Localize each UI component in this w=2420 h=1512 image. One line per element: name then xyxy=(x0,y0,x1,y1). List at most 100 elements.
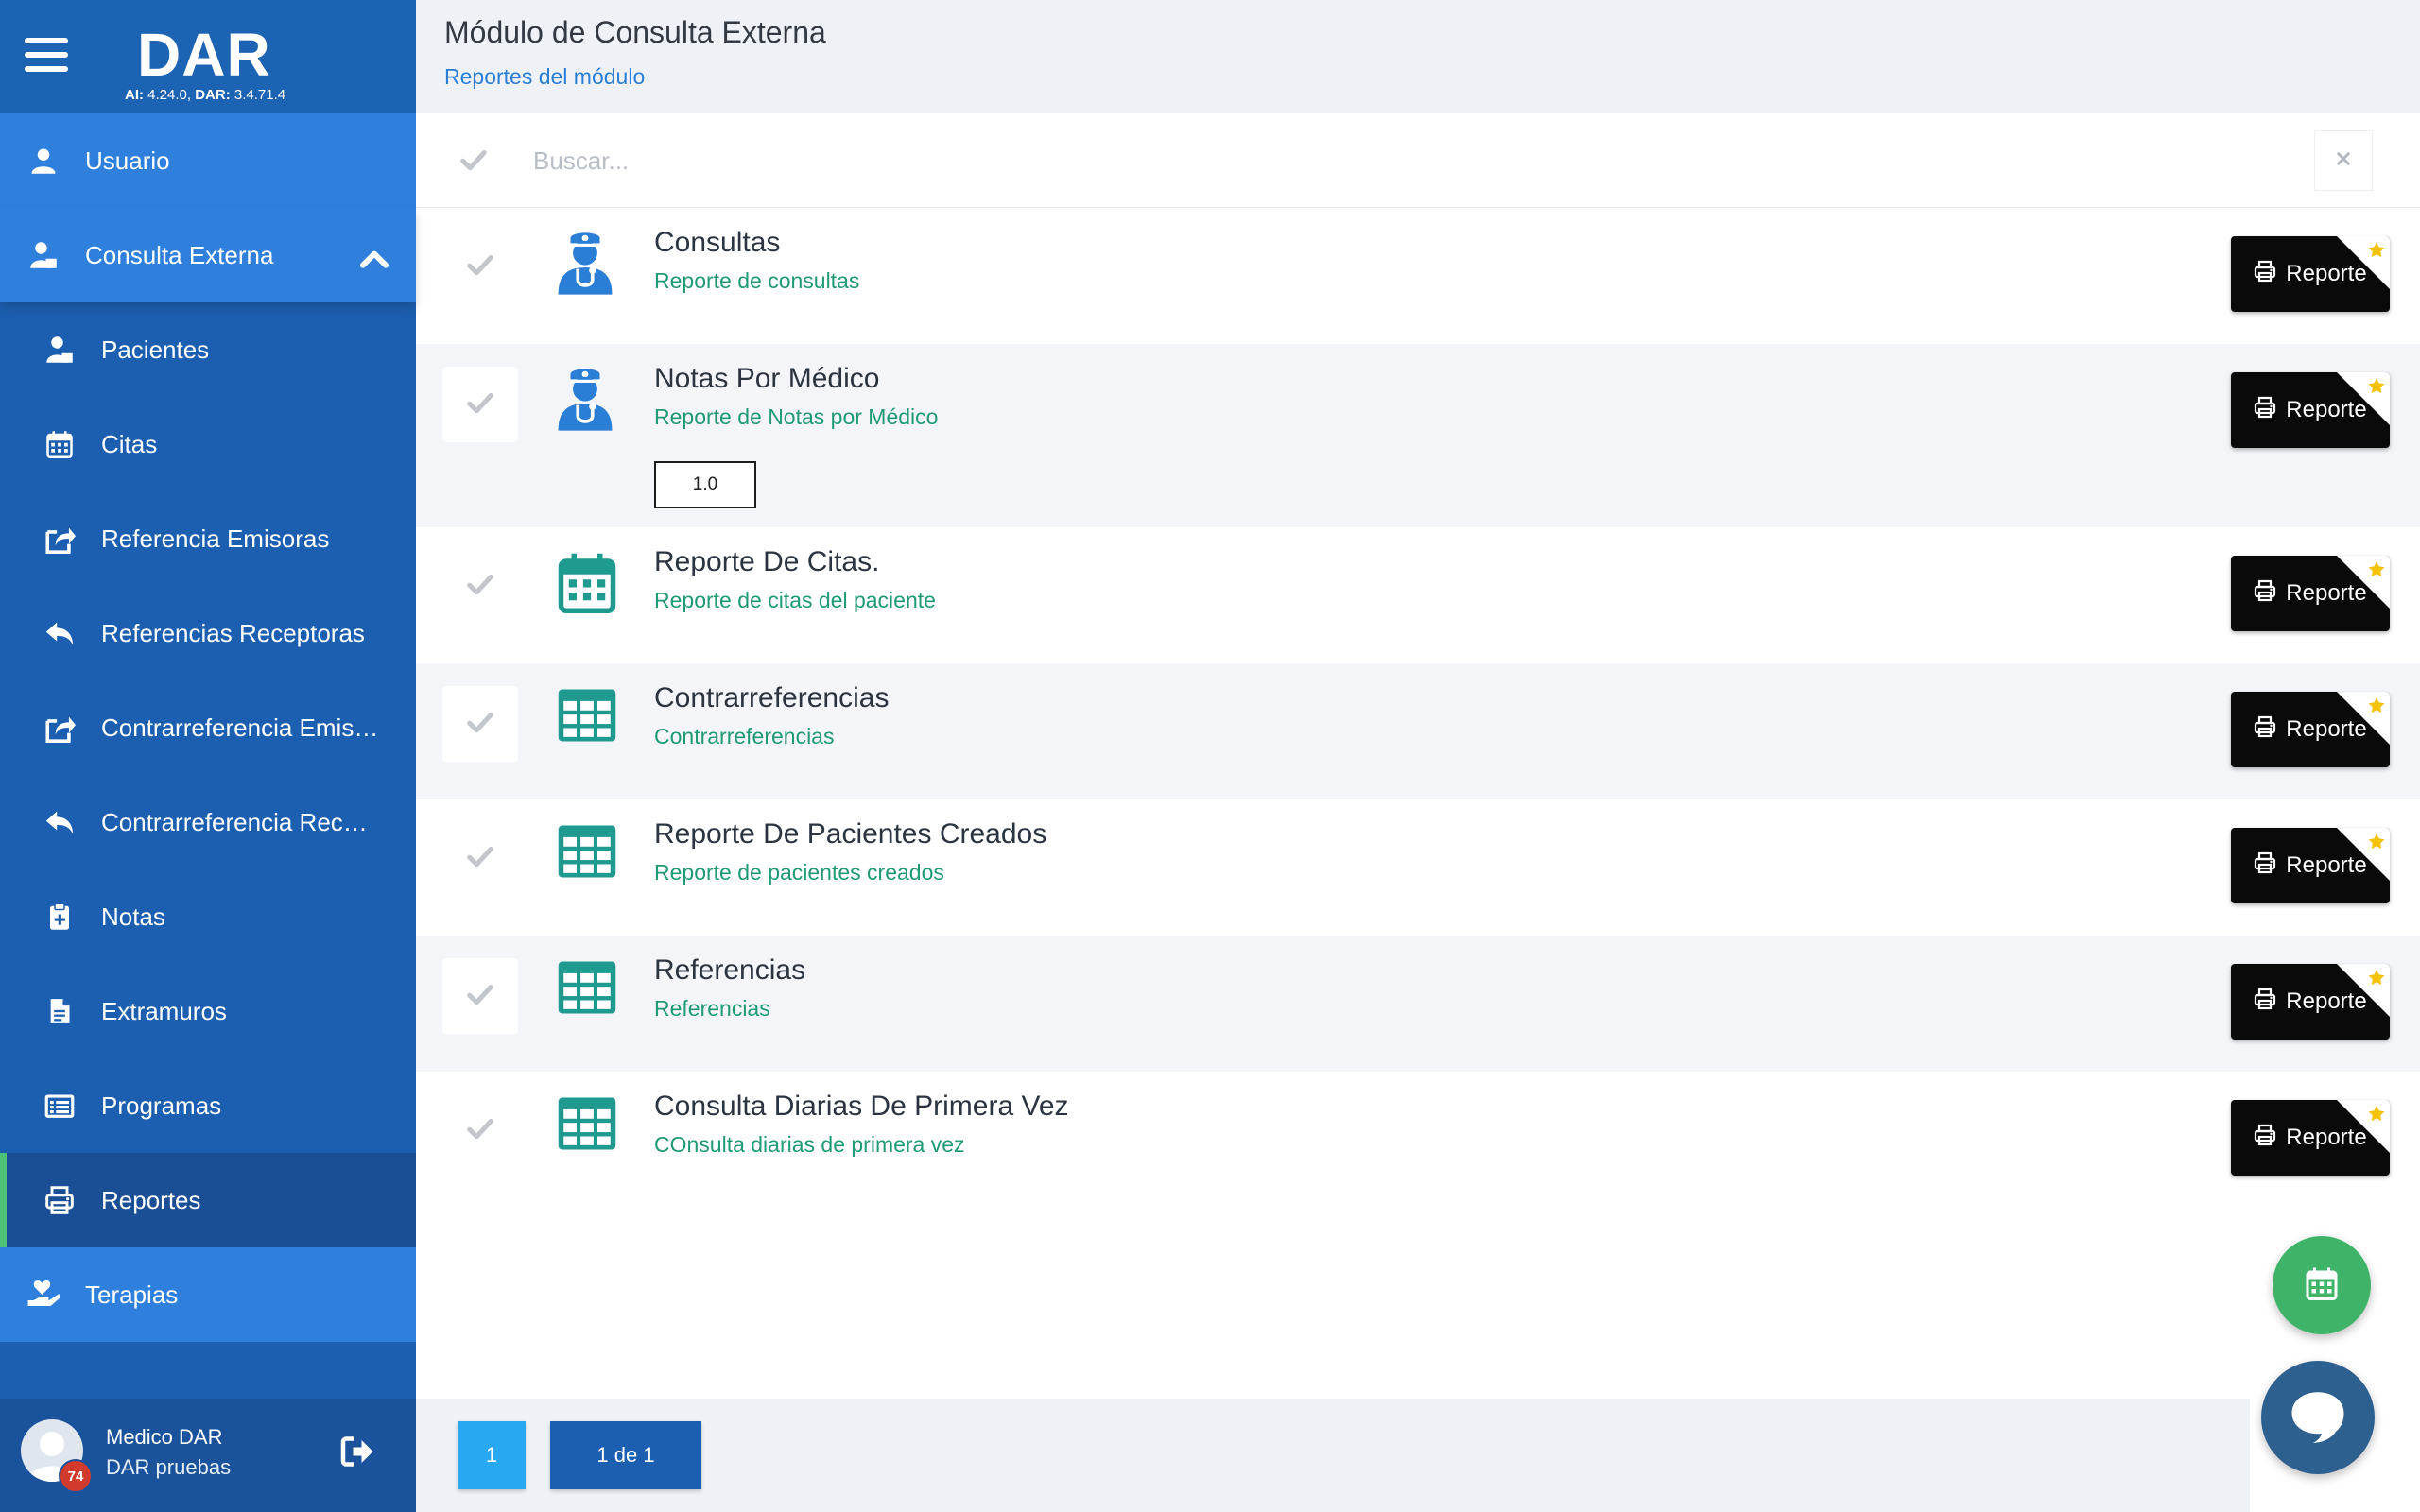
calendar-icon xyxy=(2305,1266,2339,1305)
version-tag: 1.0 xyxy=(654,461,756,508)
sidebar-item-notas[interactable]: Notas xyxy=(0,869,416,964)
report-description: Reporte de consultas xyxy=(654,268,860,293)
calendar-fab-button[interactable] xyxy=(2273,1236,2371,1334)
list-item: Notas Por Médico Reporte de Notas por Mé… xyxy=(416,344,2420,527)
page-number-button[interactable]: 1 xyxy=(458,1421,526,1489)
sidebar-item-label: Consulta Externa xyxy=(85,240,274,269)
page-header: Módulo de Consulta Externa Reportes del … xyxy=(416,0,2420,113)
row-select-checkbox[interactable] xyxy=(442,820,518,896)
list-item: Reporte De Pacientes Creados Reporte de … xyxy=(416,799,2420,936)
sidebar-item-label: Contrarreferencia Rec… xyxy=(101,807,368,836)
pagination-bar: 1 1 de 1 xyxy=(416,1399,2250,1512)
clear-search-button[interactable] xyxy=(2314,130,2373,191)
sidebar-item-extramuros[interactable]: Extramuros xyxy=(0,964,416,1058)
sidebar-item-terapias[interactable]: Terapias xyxy=(0,1247,416,1342)
check-icon xyxy=(466,388,494,421)
printer-icon xyxy=(2254,1124,2276,1153)
sidebar-item-pacientes[interactable]: Pacientes xyxy=(0,302,416,397)
share-out-icon xyxy=(43,522,77,556)
row-select-checkbox[interactable] xyxy=(442,548,518,624)
sidebar-item-label: Contrarreferencia Emis… xyxy=(101,713,379,742)
report-title: Referencias xyxy=(654,954,806,986)
list-item: Contrarreferencias Contrarreferencias Re… xyxy=(416,663,2420,799)
app-version: AI: 4.24.0, DAR: 3.4.71.4 xyxy=(125,87,286,103)
printer-icon xyxy=(2254,715,2276,745)
report-title: Consultas xyxy=(654,227,781,258)
close-icon xyxy=(2335,150,2352,172)
report-title: Contrarreferencias xyxy=(654,682,890,713)
star-icon xyxy=(2337,828,2390,881)
sidebar-item-label: Citas xyxy=(101,429,158,458)
check-icon xyxy=(466,708,494,741)
report-title: Reporte De Citas. xyxy=(654,546,880,577)
row-select-checkbox[interactable] xyxy=(442,1092,518,1168)
sidebar-item-referencia-emisoras[interactable]: Referencia Emisoras xyxy=(0,491,416,586)
sidebar-item-label: Referencias Receptoras xyxy=(101,618,365,647)
sidebar-item-usuario[interactable]: Usuario xyxy=(0,113,416,208)
check-icon xyxy=(466,1114,494,1147)
document-icon xyxy=(43,994,77,1028)
notification-badge: 74 xyxy=(59,1459,93,1493)
row-select-checkbox[interactable] xyxy=(442,229,518,304)
sidebar-item-citas[interactable]: Citas xyxy=(0,397,416,491)
report-button[interactable]: Reporte xyxy=(2231,556,2390,631)
sidebar-item-label: Extramuros xyxy=(101,996,227,1025)
row-select-checkbox[interactable] xyxy=(442,958,518,1034)
report-description: Referencias xyxy=(654,996,770,1021)
check-icon xyxy=(466,250,494,284)
sidebar: DAR AI: 4.24.0, DAR: 3.4.71.4 Usuario Co… xyxy=(0,0,416,1512)
app-logo: DAR xyxy=(137,21,271,89)
star-icon xyxy=(2337,556,2390,609)
report-button[interactable]: Reporte xyxy=(2231,828,2390,903)
check-icon xyxy=(466,980,494,1013)
list-item: Consulta Diarias De Primera Vez COnsulta… xyxy=(416,1072,2420,1208)
sidebar-item-consulta-externa[interactable]: Consulta Externa xyxy=(0,208,416,302)
user-panel: 74 Medico DAR DAR pruebas xyxy=(0,1399,416,1512)
printer-icon xyxy=(2254,988,2276,1017)
report-button[interactable]: Reporte xyxy=(2231,1100,2390,1176)
sidebar-item-reportes[interactable]: Reportes xyxy=(0,1153,416,1247)
chat-icon xyxy=(2287,1384,2349,1452)
list-item: Reporte De Citas. Reporte de citas del p… xyxy=(416,527,2420,663)
star-icon xyxy=(2337,1100,2390,1153)
sidebar-item-programas[interactable]: Programas xyxy=(0,1058,416,1153)
report-title: Reporte De Pacientes Creados xyxy=(654,818,1047,850)
star-icon xyxy=(2337,964,2390,1017)
sidebar-item-label: Referencia Emisoras xyxy=(101,524,330,553)
report-description: COnsulta diarias de primera vez xyxy=(654,1132,965,1157)
printer-icon xyxy=(2254,260,2276,289)
star-icon xyxy=(2337,372,2390,425)
printer-icon xyxy=(2254,396,2276,425)
reply-icon xyxy=(43,805,77,839)
logout-icon[interactable] xyxy=(340,1435,374,1473)
printer-icon xyxy=(43,1183,77,1217)
check-icon xyxy=(466,842,494,875)
doctor-icon xyxy=(556,365,618,433)
report-button[interactable]: Reporte xyxy=(2231,692,2390,767)
row-select-checkbox[interactable] xyxy=(442,367,518,442)
check-icon xyxy=(466,570,494,603)
star-icon xyxy=(2337,692,2390,745)
chat-button[interactable] xyxy=(2261,1361,2375,1474)
chevron-up-icon[interactable] xyxy=(359,244,389,281)
hamburger-menu-icon[interactable] xyxy=(25,38,70,72)
sidebar-header: DAR AI: 4.24.0, DAR: 3.4.71.4 xyxy=(0,0,416,113)
sidebar-item-contrarreferencia-emisoras[interactable]: Contrarreferencia Emis… xyxy=(0,680,416,775)
printer-icon xyxy=(2254,851,2276,881)
user-organization: DAR pruebas xyxy=(106,1455,232,1479)
search-input[interactable] xyxy=(533,136,2235,185)
sidebar-item-contrarreferencia-receptoras[interactable]: Contrarreferencia Rec… xyxy=(0,775,416,869)
check-icon xyxy=(459,146,488,179)
patient-icon xyxy=(43,333,77,367)
table-icon xyxy=(556,1092,618,1160)
report-description: Contrarreferencias xyxy=(654,724,835,748)
report-title: Consulta Diarias De Primera Vez xyxy=(654,1091,1069,1122)
report-description: Reporte de citas del paciente xyxy=(654,588,936,612)
report-button[interactable]: Reporte xyxy=(2231,964,2390,1040)
report-button[interactable]: Reporte xyxy=(2231,236,2390,312)
sidebar-item-referencias-receptoras[interactable]: Referencias Receptoras xyxy=(0,586,416,680)
row-select-checkbox[interactable] xyxy=(442,686,518,762)
sidebar-item-label: Terapias xyxy=(85,1280,179,1309)
user-doctor-icon xyxy=(26,238,60,272)
report-button[interactable]: Reporte xyxy=(2231,372,2390,448)
